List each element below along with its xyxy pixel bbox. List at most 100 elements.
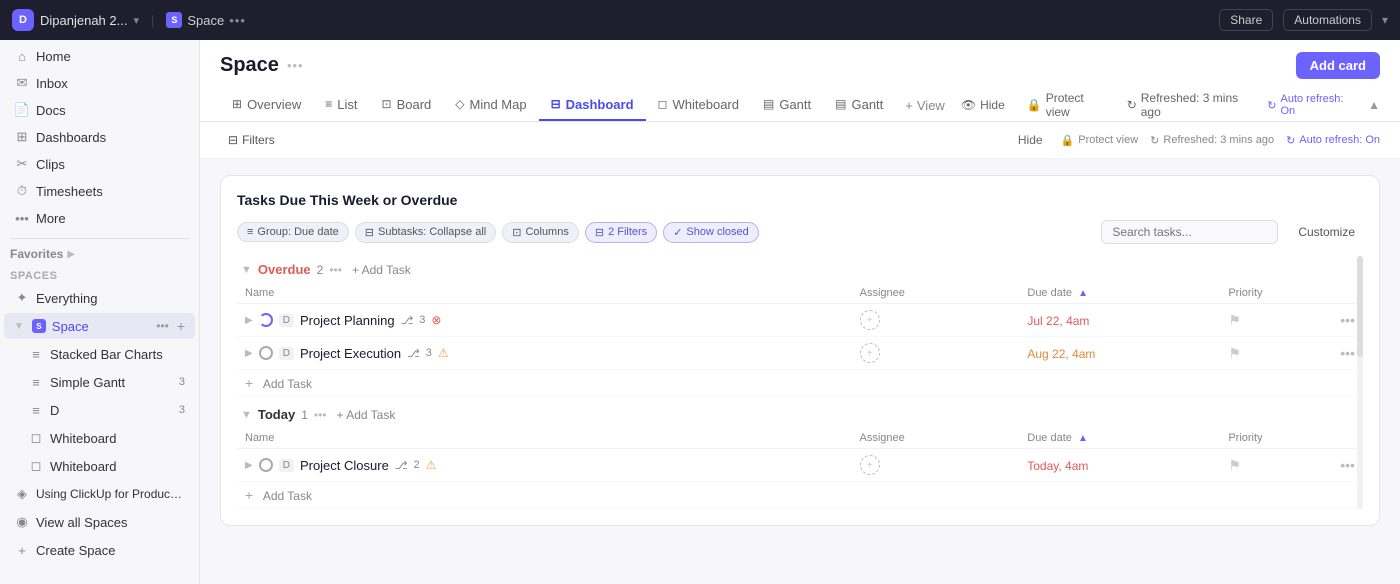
add-task-today-label[interactable]: Add Task (263, 489, 312, 503)
assignee-avatar[interactable]: + (860, 455, 880, 475)
topbar-dropdown-arrow-icon[interactable]: ▾ (1382, 13, 1388, 27)
due-date-col-header[interactable]: Due date ▲ (1019, 283, 1220, 304)
show-closed-chip[interactable]: ✓ Show closed (663, 222, 759, 243)
filters-button[interactable]: ⊟ Filters (220, 130, 283, 150)
priority-flag-icon[interactable]: ⚑ (1228, 345, 1241, 361)
sidebar-item-inbox[interactable]: ✉ Inbox (4, 70, 195, 96)
space-dots-topbar[interactable]: ••• (229, 13, 246, 28)
sidebar-item-view-all-spaces[interactable]: ◉ View all Spaces (4, 509, 195, 535)
sidebar-label-clips: Clips (36, 157, 185, 172)
share-button[interactable]: Share (1219, 9, 1273, 31)
today-collapse-icon[interactable]: ▼ (241, 409, 252, 421)
protect-view-button[interactable]: 🔒 Protect view (1021, 89, 1111, 121)
today-add-task-link[interactable]: + Add Task (337, 408, 396, 422)
workspace-avatar: D (12, 9, 34, 31)
columns-chip[interactable]: ⊡ Columns (502, 222, 579, 243)
scrollbar-track[interactable] (1357, 256, 1363, 509)
show-closed-label: Show closed (686, 226, 748, 238)
tab-gantt1[interactable]: ▤ Gantt (751, 90, 823, 121)
space-dots-icon[interactable]: ••• (156, 319, 169, 333)
workspace-switcher[interactable]: D Dipanjenah 2... ▾ (12, 9, 139, 31)
hide-button[interactable]: 👁 Hide (955, 96, 1011, 114)
automations-button[interactable]: Automations (1283, 9, 1372, 31)
protect-view-status[interactable]: 🔒 Protect view (1061, 134, 1139, 147)
today-due-col[interactable]: Due date ▲ (1019, 428, 1220, 449)
tab-label-board: Board (397, 97, 432, 112)
add-task-today-plus-icon[interactable]: + (245, 487, 253, 503)
auto-refresh-bar[interactable]: ↻ Auto refresh: On (1286, 134, 1380, 147)
assignee-avatar[interactable]: + (860, 343, 880, 363)
task-more-icon[interactable]: ••• (1340, 345, 1355, 361)
task-name-cell: ▶ D Project Planning ⎇ 3 ⊗ (237, 304, 852, 337)
sidebar-item-whiteboard2[interactable]: ◻ Whiteboard (4, 453, 195, 479)
overdue-add-task-link[interactable]: + Add Task (352, 263, 411, 277)
subtask-count: 3 (419, 314, 425, 326)
priority-flag-icon[interactable]: ⚑ (1228, 312, 1241, 328)
sidebar-item-whiteboard1[interactable]: ◻ Whiteboard (4, 425, 195, 451)
tab-gantt2[interactable]: ▤ Gantt (823, 90, 895, 121)
tab-board[interactable]: ⊡ Board (370, 90, 444, 121)
search-input[interactable] (1101, 220, 1278, 244)
sidebar-item-dashboards[interactable]: ⊞ Dashboards (4, 124, 195, 150)
collapse-tabs-button[interactable]: ▲ (1368, 98, 1380, 112)
task-status-indicator[interactable] (259, 346, 273, 360)
list-tab-icon: ≡ (325, 97, 332, 111)
sidebar-item-clips[interactable]: ✂ Clips (4, 151, 195, 177)
sidebar-item-space[interactable]: ▼ S Space ••• + (4, 313, 195, 339)
customize-button[interactable]: Customize (1290, 222, 1363, 242)
overdue-dots-icon[interactable]: ••• (329, 263, 342, 277)
today-dots-icon[interactable]: ••• (314, 408, 327, 422)
today-label: Today (258, 407, 295, 422)
space-add-icon[interactable]: + (177, 318, 185, 334)
filters-chip[interactable]: ⊟ 2 Filters (585, 222, 657, 243)
sidebar-item-more[interactable]: ••• More (4, 205, 195, 231)
tasks-widget: Tasks Due This Week or Overdue ≡ Group: … (220, 175, 1380, 526)
add-task-plus-icon[interactable]: + (245, 375, 253, 391)
page-dots-icon[interactable]: ••• (287, 58, 304, 73)
gantt2-tab-icon: ▤ (835, 97, 846, 111)
tab-label-whiteboard: Whiteboard (673, 97, 739, 112)
table-row: + Add Task (237, 482, 1363, 509)
group-chip[interactable]: ≡ Group: Due date (237, 222, 349, 242)
workspace-chevron-icon[interactable]: ▾ (133, 14, 139, 27)
task-status-indicator[interactable] (259, 458, 273, 472)
sidebar-item-stacked-bar-charts[interactable]: ≡ Stacked Bar Charts (4, 341, 195, 367)
task-table-container[interactable]: ▼ Overdue 2 ••• + Add Task Name (237, 256, 1363, 509)
tab-overview[interactable]: ⊞ Overview (220, 90, 313, 121)
sidebar-item-d[interactable]: ≡ D 3 (4, 397, 195, 423)
scrollbar-thumb[interactable] (1357, 256, 1363, 357)
add-task-label[interactable]: Add Task (263, 377, 312, 391)
task-expand-icon[interactable]: ▶ (245, 460, 253, 471)
due-date-value: Today, 4am (1027, 459, 1088, 473)
task-expand-icon[interactable]: ▶ (245, 348, 253, 359)
tab-list[interactable]: ≡ List (313, 90, 369, 121)
hide-filters-button[interactable]: Hide (1012, 131, 1049, 149)
task-more-icon[interactable]: ••• (1340, 312, 1355, 328)
current-space-breadcrumb[interactable]: S Space ••• (166, 12, 246, 28)
subtasks-chip[interactable]: ⊟ Subtasks: Collapse all (355, 222, 496, 243)
sidebar-item-create-space[interactable]: + Create Space (4, 537, 195, 563)
filter-icon: ⊟ (228, 133, 238, 147)
add-card-button[interactable]: Add card (1296, 52, 1380, 79)
auto-refresh-button[interactable]: ↻ Auto refresh: On (1267, 93, 1354, 117)
overdue-collapse-icon[interactable]: ▼ (241, 264, 252, 276)
sidebar-item-timesheets[interactable]: ⏱ Timesheets (4, 178, 195, 204)
favorites-section[interactable]: Favorites ▶ (0, 243, 199, 263)
sidebar-item-home[interactable]: ⌂ Home (4, 43, 195, 69)
hide-icon: 👁 (961, 98, 976, 112)
subtask-icon: ⎇ (395, 459, 408, 472)
sidebar-item-using-clickup[interactable]: ◈ Using ClickUp for Producti... (4, 481, 195, 507)
tab-whiteboard[interactable]: ◻ Whiteboard (646, 90, 751, 121)
sidebar-item-docs[interactable]: 📄 Docs (4, 97, 195, 123)
tab-mindmap[interactable]: ◇ Mind Map (443, 90, 538, 121)
task-d-badge: D (279, 347, 294, 360)
assignee-avatar[interactable]: + (860, 310, 880, 330)
task-more-icon[interactable]: ••• (1340, 457, 1355, 473)
priority-flag-icon[interactable]: ⚑ (1228, 457, 1241, 473)
sidebar-item-everything[interactable]: ✦ Everything (4, 285, 195, 311)
sidebar-item-simple-gantt[interactable]: ≡ Simple Gantt 3 (4, 369, 195, 395)
tab-dashboard[interactable]: ⊟ Dashboard (539, 90, 646, 121)
task-status-indicator[interactable] (259, 313, 273, 327)
task-expand-icon[interactable]: ▶ (245, 315, 253, 326)
add-view-button[interactable]: + View (895, 91, 955, 120)
